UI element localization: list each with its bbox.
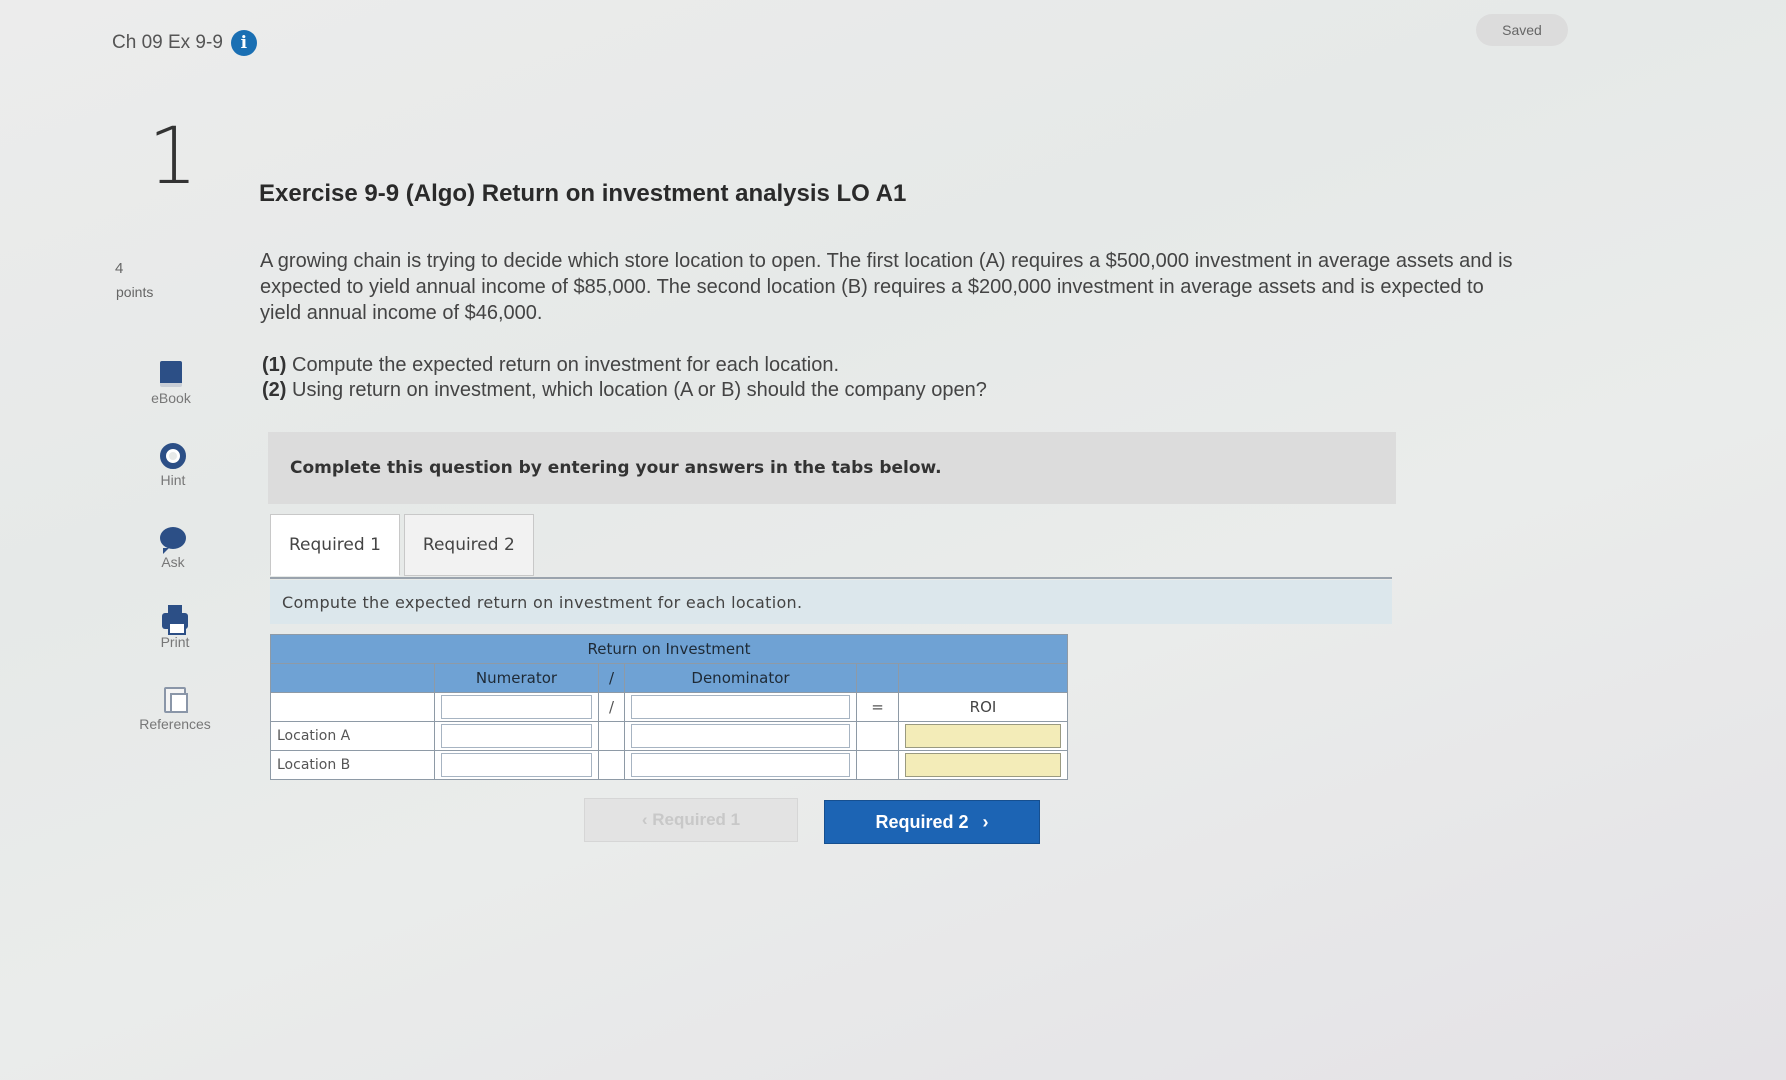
info-icon[interactable]: i: [230, 30, 257, 56]
printer-icon: [162, 605, 188, 635]
table-row: Location B: [270, 750, 1068, 780]
location-a-numerator-input[interactable]: [441, 724, 592, 748]
location-b-label: Location B: [270, 750, 435, 780]
roi-header: ROI: [898, 692, 1068, 722]
table-title: Return on Investment: [270, 634, 1068, 664]
location-b-roi-input[interactable]: [905, 753, 1061, 777]
points-label: points: [116, 284, 154, 300]
previous-required-button[interactable]: ‹ Required 1: [584, 798, 798, 842]
points-value: 4: [115, 260, 124, 277]
requirement-2-text: Using return on investment, which locati…: [292, 379, 987, 401]
table-row: Location A: [270, 721, 1068, 751]
denominator-label-input[interactable]: [631, 695, 850, 719]
location-a-roi-input[interactable]: [905, 724, 1061, 748]
tab-bar: Required 1 Required 2: [270, 514, 534, 576]
instructions-banner: Complete this question by entering your …: [268, 432, 1396, 504]
hint-label: Hint: [160, 472, 186, 488]
requirement-1-text: Compute the expected return on investmen…: [292, 354, 839, 376]
exercise-title: Exercise 9-9 (Algo) Return on investment…: [259, 180, 907, 207]
tab-required-1[interactable]: Required 1: [270, 514, 400, 576]
print-button[interactable]: Print: [130, 604, 220, 650]
next-required-label: Required 2: [875, 811, 969, 832]
chat-bubble-icon: [160, 527, 186, 554]
table-header-row: Numerator / Denominator: [270, 663, 1068, 693]
ask-label: Ask: [161, 554, 185, 570]
references-button[interactable]: References: [130, 686, 220, 732]
question-body: A growing chain is trying to decide whic…: [260, 250, 1513, 324]
requirement-1: (1) Compute the expected return on inves…: [262, 354, 839, 377]
documents-icon: [164, 687, 188, 713]
denominator-header: Denominator: [624, 663, 857, 693]
numerator-header: Numerator: [434, 663, 599, 693]
requirement-2-number: (2): [262, 379, 287, 401]
location-a-denominator-input[interactable]: [631, 724, 850, 748]
book-icon: [160, 361, 182, 387]
tab-divider: [270, 577, 1392, 579]
tab-required-2[interactable]: Required 2: [403, 514, 534, 576]
breadcrumb: Ch 09 Ex 9-9 i: [112, 30, 257, 56]
ebook-label: eBook: [151, 390, 191, 406]
requirement-2: (2) Using return on investment, which lo…: [262, 379, 987, 402]
breadcrumb-text: Ch 09 Ex 9-9: [112, 32, 223, 53]
roi-table: Return on Investment Numerator / Denomin…: [270, 634, 1068, 780]
question-number: 1: [148, 112, 198, 202]
requirement-1-number: (1): [262, 354, 287, 376]
table-title-row: Return on Investment: [270, 634, 1068, 664]
numerator-label-input[interactable]: [441, 695, 592, 719]
references-label: References: [139, 716, 211, 732]
hint-button[interactable]: Hint: [128, 442, 218, 488]
table-row: / = ROI: [270, 692, 1068, 722]
location-b-numerator-input[interactable]: [441, 753, 592, 777]
divide-header: /: [598, 663, 625, 693]
lifebuoy-icon: [160, 443, 186, 469]
tab-description: Compute the expected return on investmen…: [270, 580, 1392, 624]
location-b-denominator-input[interactable]: [631, 753, 850, 777]
chevron-left-icon: ‹: [641, 810, 648, 829]
location-a-label: Location A: [270, 721, 435, 751]
previous-required-label: Required 1: [652, 810, 741, 829]
ask-button[interactable]: Ask: [128, 524, 218, 570]
next-required-button[interactable]: Required 2 ›: [824, 800, 1040, 844]
divide-sign: /: [598, 692, 625, 722]
chevron-right-icon: ›: [982, 811, 989, 832]
ebook-button[interactable]: eBook: [126, 360, 216, 406]
print-label: Print: [160, 634, 190, 650]
saved-badge: Saved: [1476, 14, 1568, 46]
equals-sign: =: [856, 692, 899, 722]
